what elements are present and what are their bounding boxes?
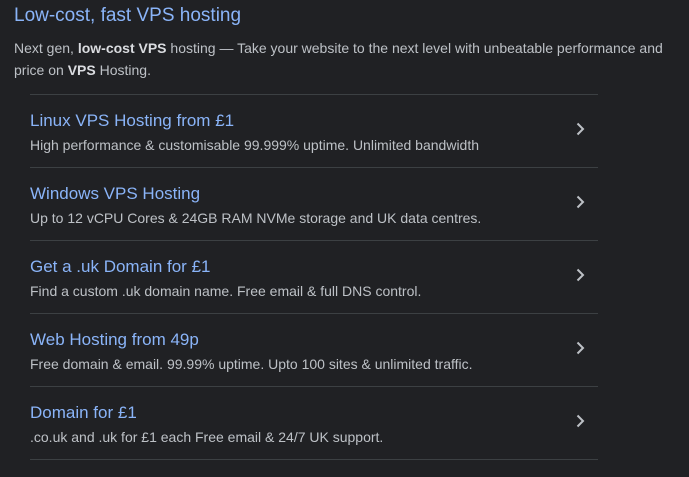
- sitelink-description: .co.uk and .uk for £1 each Free email & …: [30, 429, 384, 445]
- chevron-right-icon[interactable]: [572, 413, 588, 429]
- chevron-right-icon[interactable]: [572, 121, 588, 137]
- sitelink-title[interactable]: Domain for £1: [30, 403, 137, 423]
- sitelink-description: Free domain & email. 99.99% uptime. Upto…: [30, 356, 473, 372]
- sitelink-windows-vps[interactable]: Windows VPS Hosting Up to 12 vCPU Cores …: [30, 168, 598, 241]
- sitelink-title[interactable]: Get a .uk Domain for £1: [30, 257, 210, 277]
- chevron-right-icon[interactable]: [572, 340, 588, 356]
- sitelink-linux-vps[interactable]: Linux VPS Hosting from £1 High performan…: [30, 95, 598, 168]
- sitelink-description: Up to 12 vCPU Cores & 24GB RAM NVMe stor…: [30, 210, 482, 226]
- chevron-right-icon[interactable]: [572, 267, 588, 283]
- ad-description-bold-2: VPS: [67, 62, 96, 78]
- sitelink-title[interactable]: Web Hosting from 49p: [30, 330, 199, 350]
- sitelink-description: Find a custom .uk domain name. Free emai…: [30, 283, 422, 299]
- ad-description-text-1: Next gen,: [14, 40, 78, 56]
- sitelink-uk-domain[interactable]: Get a .uk Domain for £1 Find a custom .u…: [30, 241, 598, 314]
- ad-title-link[interactable]: Low-cost, fast VPS hosting: [14, 5, 679, 27]
- ad-description-text-3: Hosting.: [95, 62, 151, 78]
- chevron-right-icon[interactable]: [572, 194, 588, 210]
- ad-description: Next gen, low-cost VPS hosting — Take yo…: [14, 37, 679, 81]
- sitelink-domain[interactable]: Domain for £1 .co.uk and .uk for £1 each…: [30, 387, 598, 460]
- sitelink-web-hosting[interactable]: Web Hosting from 49p Free domain & email…: [30, 314, 598, 387]
- sitelinks-list: Linux VPS Hosting from £1 High performan…: [30, 94, 598, 460]
- sitelink-title[interactable]: Windows VPS Hosting: [30, 184, 200, 204]
- ad-description-bold-1: low-cost VPS: [77, 40, 167, 56]
- ad-block: Low-cost, fast VPS hosting Next gen, low…: [14, 5, 679, 81]
- sitelink-title[interactable]: Linux VPS Hosting from £1: [30, 111, 234, 131]
- sitelink-description: High performance & customisable 99.999% …: [30, 137, 480, 153]
